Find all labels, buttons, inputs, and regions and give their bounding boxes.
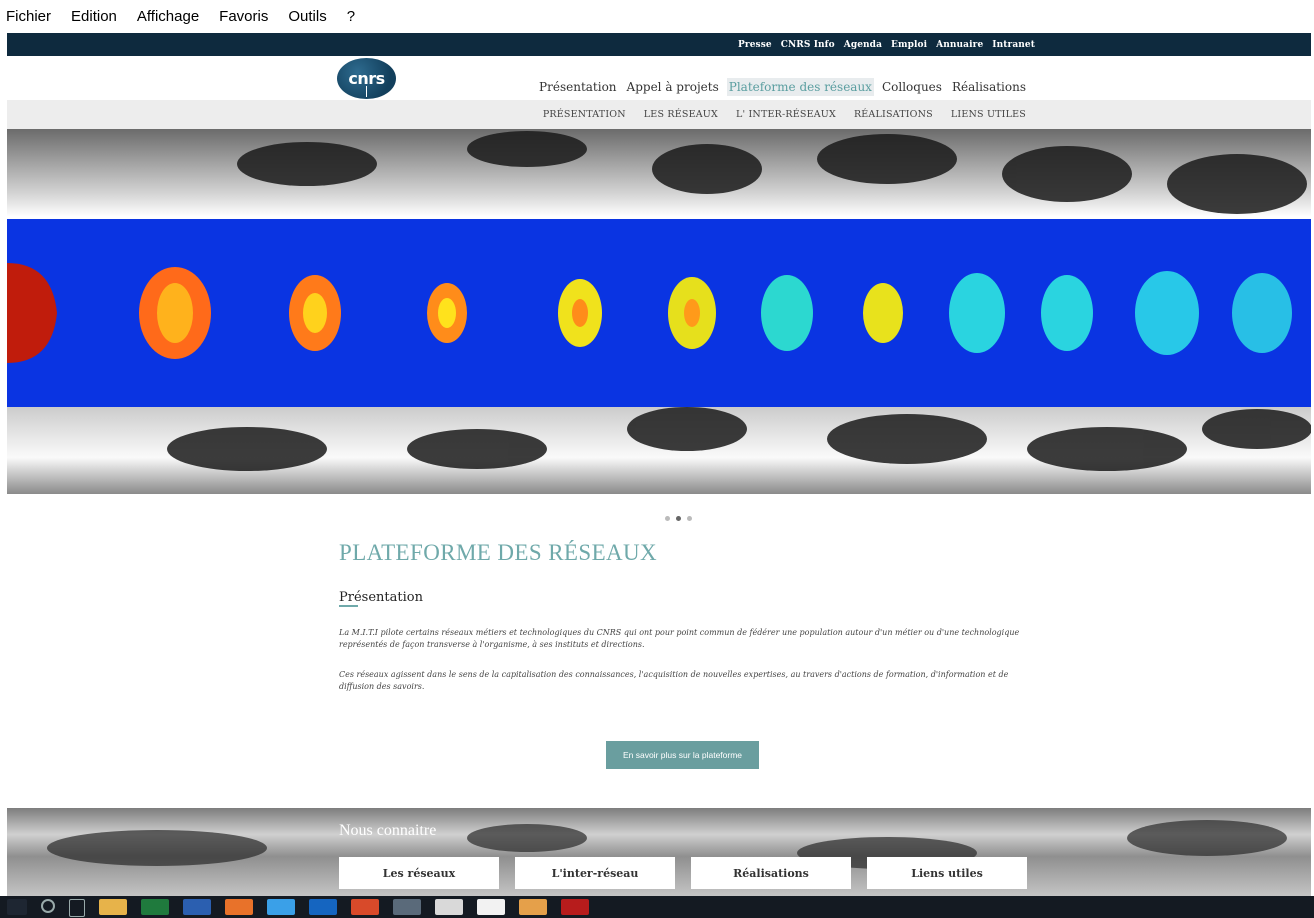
powerpoint-icon[interactable] xyxy=(351,899,379,915)
search-icon[interactable] xyxy=(41,899,55,913)
outlook-icon[interactable] xyxy=(309,899,337,915)
file-explorer-icon[interactable] xyxy=(99,899,127,915)
nous-connaitre-section: Nous connaitre Les réseaux L'inter-résea… xyxy=(7,808,1311,896)
windows-start-icon[interactable] xyxy=(7,899,27,915)
sub-nav: PRÉSENTATION LES RÉSEAUX L' INTER-RÉSEAU… xyxy=(7,100,1311,129)
section-underline xyxy=(339,605,358,607)
footer-button-realisations[interactable]: Réalisations xyxy=(691,857,851,889)
link-intranet[interactable]: Intranet xyxy=(992,40,1035,50)
excel-icon[interactable] xyxy=(141,899,169,915)
nav-colloques[interactable]: Colloques xyxy=(880,78,944,96)
utility-bar: Presse CNRS Info Agenda Emploi Annuaire … xyxy=(7,33,1311,56)
slider-dots xyxy=(665,516,698,521)
nav-presentation[interactable]: Présentation xyxy=(537,78,619,96)
link-presse[interactable]: Presse xyxy=(738,40,772,50)
site-header: cnrs Présentation Appel à projets Platef… xyxy=(7,56,1311,100)
menu-affichage[interactable]: Affichage xyxy=(129,8,211,25)
windows-taskbar xyxy=(0,896,1314,918)
nav-plateforme-des-reseaux[interactable]: Plateforme des réseaux xyxy=(726,78,874,96)
subnav-presentation[interactable]: PRÉSENTATION xyxy=(543,109,626,120)
menu-outils[interactable]: Outils xyxy=(280,8,338,25)
word-icon[interactable] xyxy=(183,899,211,915)
logo-stem xyxy=(366,86,367,97)
link-emploi[interactable]: Emploi xyxy=(891,40,927,50)
chrome-icon[interactable] xyxy=(435,899,463,915)
slider-dot-active[interactable] xyxy=(676,516,681,521)
slider-dot[interactable] xyxy=(687,516,692,521)
menu-favoris[interactable]: Favoris xyxy=(211,8,280,25)
acrobat-icon[interactable] xyxy=(561,899,589,915)
intro-paragraph-2: Ces réseaux agissent dans le sens de la … xyxy=(339,670,1009,691)
link-agenda[interactable]: Agenda xyxy=(844,40,882,50)
section-heading: Présentation xyxy=(339,590,423,605)
main-nav: Présentation Appel à projets Plateforme … xyxy=(531,78,1028,96)
footer-button-inter-reseau[interactable]: L'inter-réseau xyxy=(515,857,675,889)
browser-menubar: Fichier Edition Affichage Favoris Outils… xyxy=(0,0,1314,33)
task-view-icon[interactable] xyxy=(69,899,85,917)
hero-background-art xyxy=(7,131,1311,471)
internet-explorer-icon[interactable] xyxy=(267,899,295,915)
subnav-les-reseaux[interactable]: LES RÉSEAUX xyxy=(644,109,718,120)
paint-icon[interactable] xyxy=(519,899,547,915)
slider-dot[interactable] xyxy=(665,516,670,521)
nav-appel-a-projets[interactable]: Appel à projets xyxy=(625,78,721,96)
footer-button-liens-utiles[interactable]: Liens utiles xyxy=(867,857,1027,889)
menu-fichier[interactable]: Fichier xyxy=(0,8,63,25)
network-icon[interactable] xyxy=(393,899,421,915)
footer-title: Nous connaitre xyxy=(339,822,437,839)
footer-button-les-reseaux[interactable]: Les réseaux xyxy=(339,857,499,889)
menu-help[interactable]: ? xyxy=(339,8,367,25)
subnav-realisations[interactable]: RÉALISATIONS xyxy=(854,109,933,120)
subnav-inter-reseaux[interactable]: L' INTER-RÉSEAUX xyxy=(736,109,836,120)
firefox-icon[interactable] xyxy=(225,899,253,915)
menu-edition[interactable]: Edition xyxy=(63,8,129,25)
notepad-icon[interactable] xyxy=(477,899,505,915)
link-cnrs-info[interactable]: CNRS Info xyxy=(781,40,835,50)
cnrs-logo[interactable]: cnrs xyxy=(337,58,396,99)
subnav-liens-utiles[interactable]: LIENS UTILES xyxy=(951,109,1026,120)
page-title: PLATEFORME DES RÉSEAUX xyxy=(339,540,658,565)
learn-more-button[interactable]: En savoir plus sur la plateforme xyxy=(606,741,759,769)
intro-paragraph-1: La M.I.T.I pilote certains réseaux métie… xyxy=(339,628,1020,649)
link-annuaire[interactable]: Annuaire xyxy=(936,40,983,50)
hero-slider-image[interactable] xyxy=(7,129,1311,494)
nav-realisations[interactable]: Réalisations xyxy=(950,78,1028,96)
